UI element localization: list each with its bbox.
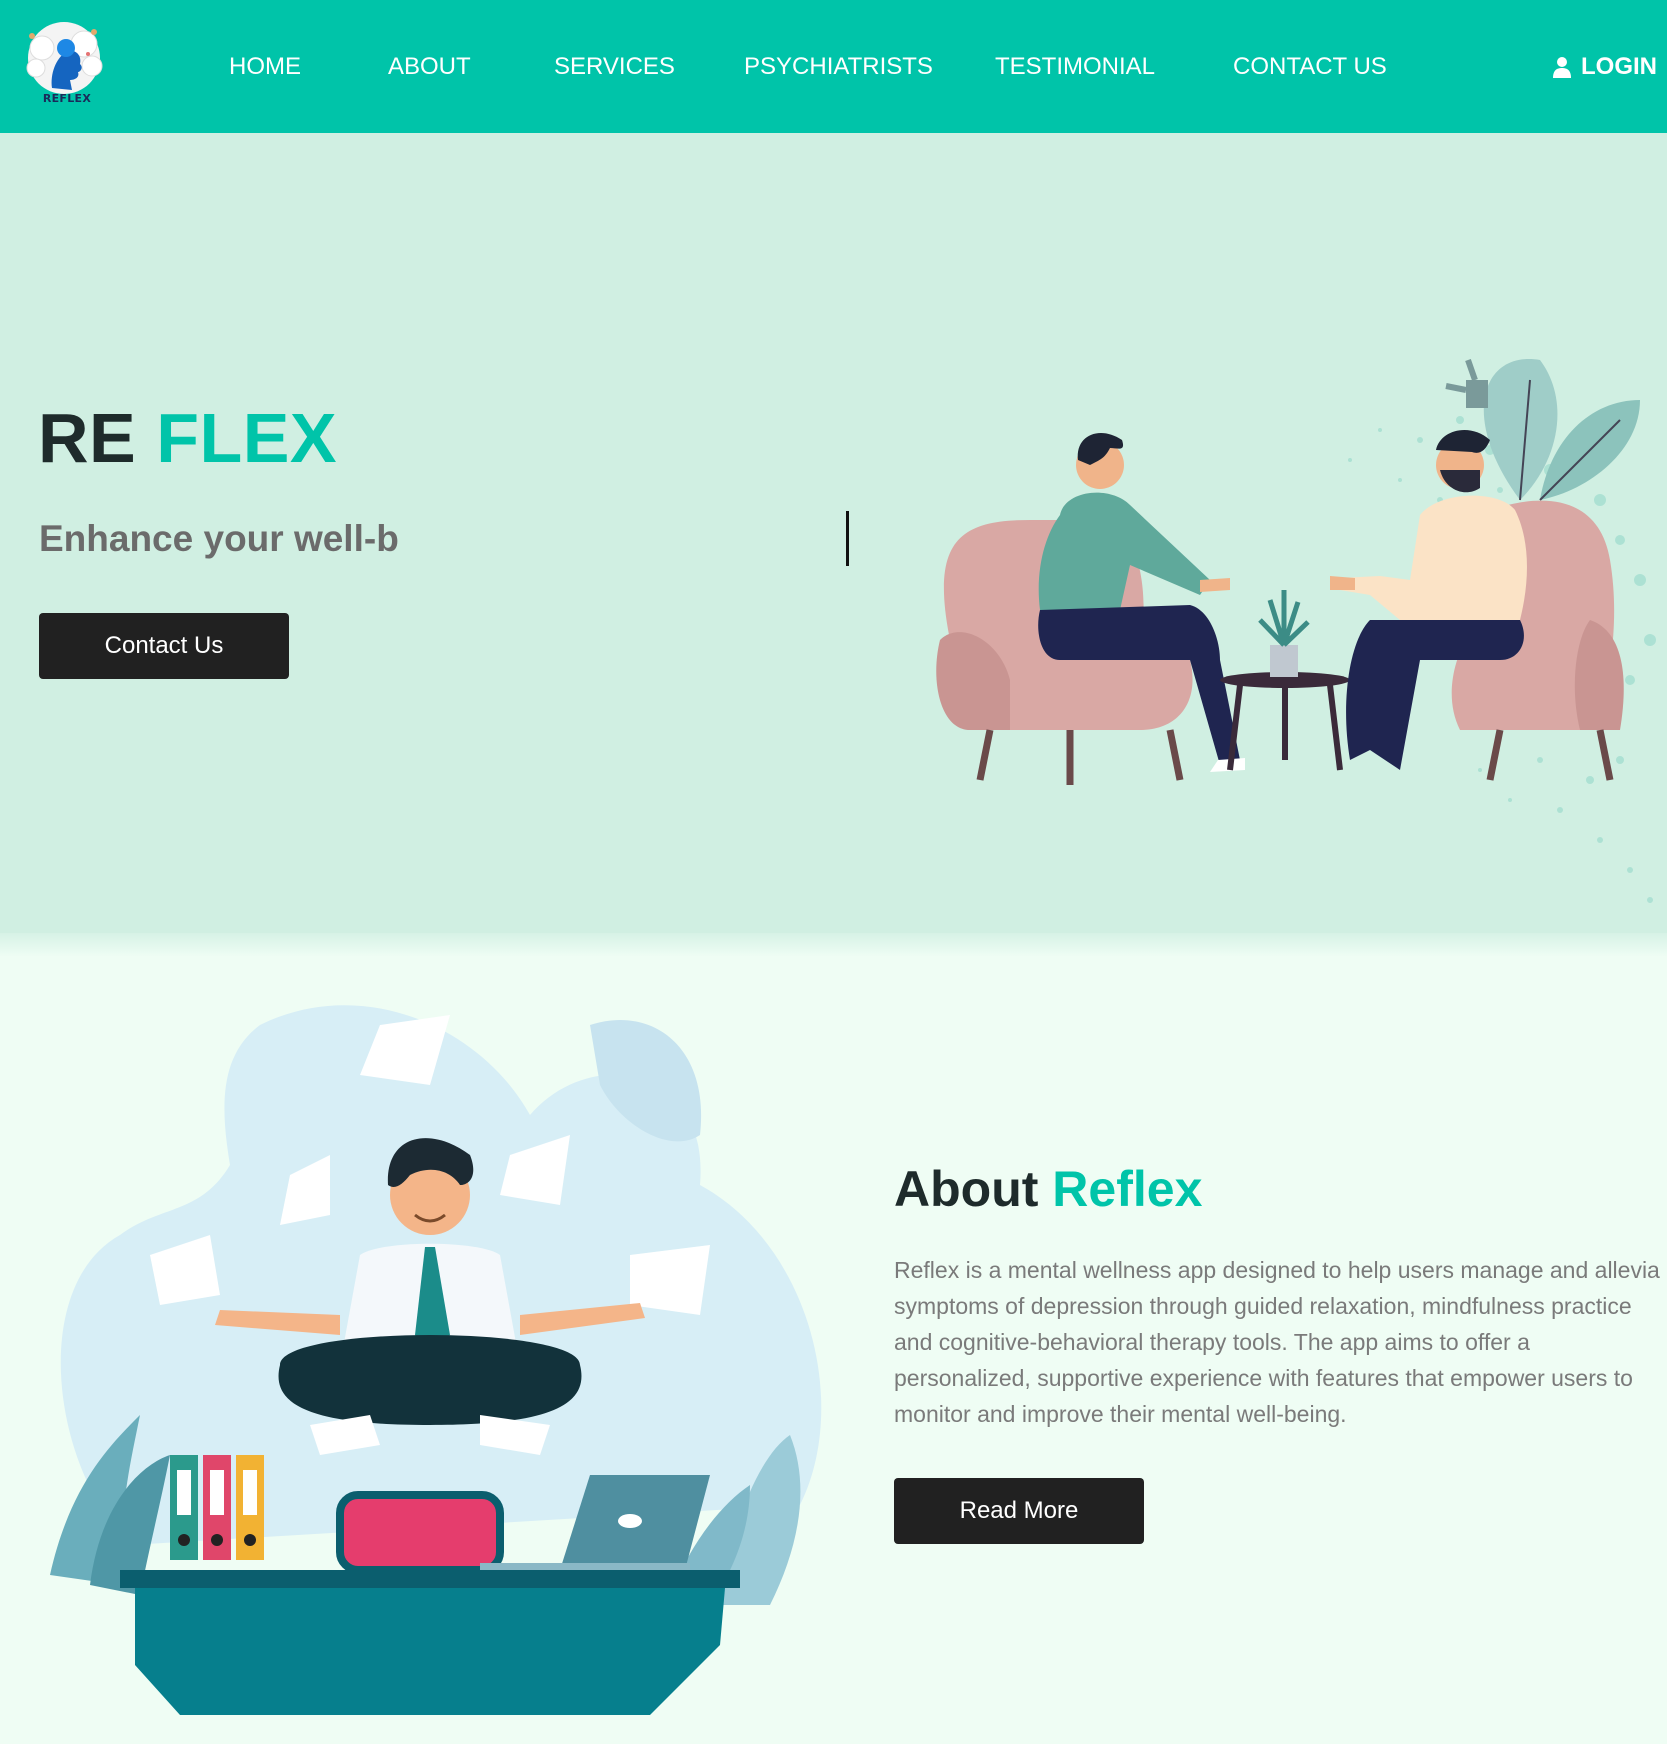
hero-title-part1: RE [38,399,137,477]
nav-testimonial[interactable]: TESTIMONIAL [995,50,1155,84]
nav-home[interactable]: HOME [229,50,301,84]
read-more-button[interactable]: Read More [894,1478,1144,1544]
contact-us-button[interactable]: Contact Us [39,613,289,679]
nav-services[interactable]: SERVICES [554,50,675,84]
nav-psychiatrists[interactable]: PSYCHIATRISTS [744,50,933,84]
about-description: Reflex is a mental wellness app designed… [894,1257,1660,1427]
user-icon [1553,57,1571,78]
login-label: LOGIN [1581,53,1657,80]
logo-text: REFLEX [42,92,92,105]
nav-contact-us[interactable]: CONTACT US [1233,50,1387,84]
brain-head-logo-icon [26,22,103,94]
nav-about[interactable]: ABOUT [388,50,471,84]
hero-subtitle: Enhance your well-b [39,518,399,559]
reflex-logo[interactable]: REFLEX [22,18,112,110]
about-title-part1: About [894,1161,1039,1217]
hero-title-part2: FLEX [156,399,338,477]
meditation-illustration [50,1005,822,1715]
hero-title: RE FLEX [38,398,337,478]
login-button[interactable]: LOGIN [1553,50,1657,84]
about-title: About Reflex [894,1160,1202,1218]
about-title-part2: Reflex [1052,1161,1203,1217]
navbar: REFLEX HOME ABOUT SERVICES PSYCHIATRISTS… [0,0,1667,133]
therapy-session-illustration [936,359,1656,903]
typing-cursor [846,511,849,566]
